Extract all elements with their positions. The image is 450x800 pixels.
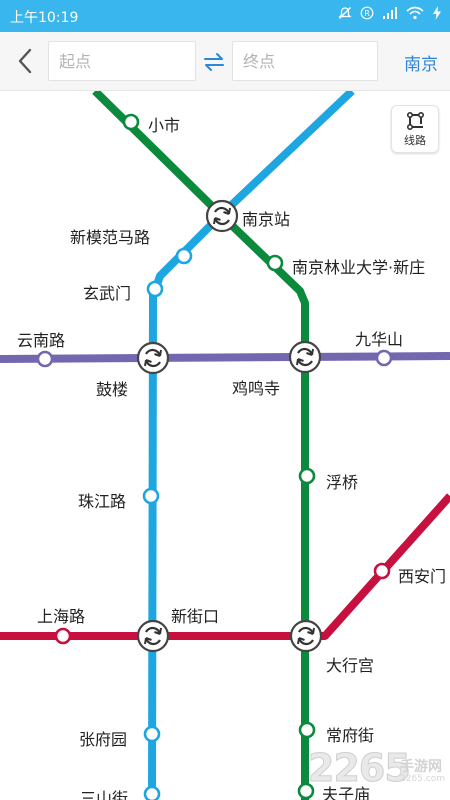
station-label-gulou[interactable]: 鼓楼 xyxy=(96,376,128,400)
station-label-daxinggong[interactable]: 大行宫 xyxy=(326,652,374,676)
station-label-zhujianglu[interactable]: 珠江路 xyxy=(78,488,126,512)
r-icon: R xyxy=(360,6,374,24)
station-label-fuzimiao[interactable]: 夫子庙 xyxy=(322,781,370,800)
station-xuanwumen-marker[interactable] xyxy=(146,280,164,298)
station-sanshanjie-marker[interactable] xyxy=(143,785,161,800)
mute-icon xyxy=(338,6,352,24)
svg-text:R: R xyxy=(364,9,370,18)
transfer-station-daxinggong[interactable] xyxy=(289,619,323,653)
route-search-bar: 南京 xyxy=(0,32,450,91)
end-station-input[interactable] xyxy=(232,41,378,81)
station-label-changfujie[interactable]: 常府街 xyxy=(326,722,374,746)
route-lines-icon xyxy=(407,111,425,130)
station-label-xianmen[interactable]: 西安门 xyxy=(398,563,446,587)
station-fuzimiao-marker[interactable] xyxy=(297,782,315,800)
station-njfu-marker[interactable] xyxy=(266,254,284,272)
metro-map[interactable]: 小市 南京站 新模范马路 南京林业大学·新庄 玄武门 云南路 鼓楼 鸡鸣寺 九华… xyxy=(0,91,450,800)
metro-map-canvas xyxy=(0,91,450,800)
swap-button[interactable] xyxy=(200,48,228,76)
back-button[interactable] xyxy=(8,44,42,78)
station-fuqiao-marker[interactable] xyxy=(298,467,316,485)
station-label-jiuhuashan[interactable]: 九华山 xyxy=(355,326,403,350)
station-label-zhangfuyuan[interactable]: 张府园 xyxy=(79,726,127,750)
status-time: 上午10:19 xyxy=(10,10,79,26)
station-label-nanjing-station[interactable]: 南京站 xyxy=(242,206,290,230)
station-label-jimingsi[interactable]: 鸡鸣寺 xyxy=(232,375,280,399)
station-shanghailu-marker[interactable] xyxy=(54,627,72,645)
line-3-track xyxy=(92,91,309,800)
station-label-njfu[interactable]: 南京林业大学·新庄 xyxy=(292,254,425,278)
station-label-xinjiekou[interactable]: 新街口 xyxy=(171,603,219,627)
start-station-input[interactable] xyxy=(48,41,196,81)
transfer-station-nanjing[interactable] xyxy=(205,199,239,233)
station-zhangfuyuan-marker[interactable] xyxy=(143,725,161,743)
station-jiuhuashan-marker[interactable] xyxy=(375,349,393,367)
station-xinmofanmalu-marker[interactable] xyxy=(175,247,193,265)
transfer-station-jimingsi[interactable] xyxy=(288,340,322,374)
station-label-xiaoshi[interactable]: 小市 xyxy=(148,112,180,136)
lines-button[interactable]: 线路 xyxy=(391,105,439,153)
station-xianmen-marker[interactable] xyxy=(373,562,391,580)
station-label-yunnanlu[interactable]: 云南路 xyxy=(17,327,65,351)
station-yunnanlu-marker[interactable] xyxy=(36,350,54,368)
station-label-xinmofanmalu[interactable]: 新模范马路 xyxy=(70,224,150,248)
back-arrow-icon xyxy=(18,48,32,74)
signal-icon xyxy=(382,6,398,24)
station-label-sanshanjie[interactable]: 三山街 xyxy=(80,785,128,800)
station-zhujianglu-marker[interactable] xyxy=(142,487,160,505)
station-changfujie-marker[interactable] xyxy=(298,721,316,739)
line-1-track xyxy=(148,91,355,800)
status-bar: 上午10:19 R xyxy=(0,0,450,32)
transfer-station-xinjiekou[interactable] xyxy=(136,619,170,653)
station-label-shanghailu[interactable]: 上海路 xyxy=(37,603,85,627)
lines-button-label: 线路 xyxy=(404,133,426,147)
transfer-station-gulou[interactable] xyxy=(136,341,170,375)
station-xiaoshi-marker[interactable] xyxy=(122,113,140,131)
charging-icon xyxy=(432,6,442,24)
station-label-fuqiao[interactable]: 浮桥 xyxy=(326,469,358,493)
status-icons: R xyxy=(338,6,442,24)
city-selector[interactable]: 南京 xyxy=(404,50,438,75)
station-label-xuanwumen[interactable]: 玄武门 xyxy=(83,280,131,304)
wifi-icon xyxy=(406,6,424,24)
swap-icon xyxy=(204,53,224,71)
